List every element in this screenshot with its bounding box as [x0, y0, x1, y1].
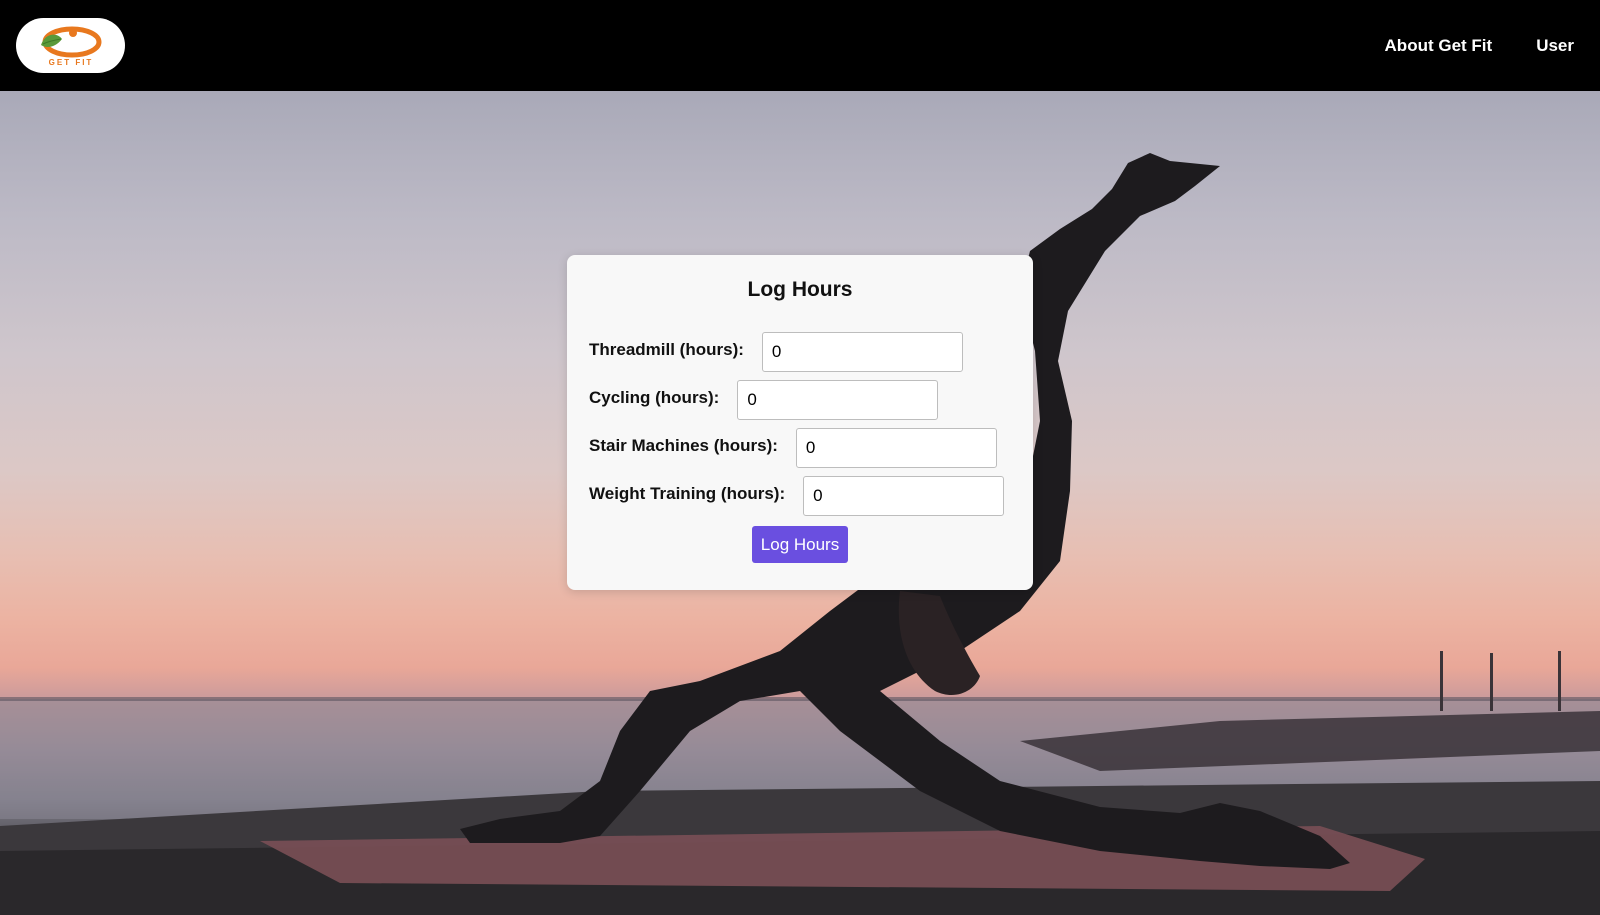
cycling-hours-input[interactable] [737, 380, 939, 420]
log-hours-form: Log Hours Threadmill (hours): Cycling (h… [567, 255, 1033, 590]
nav-about-get-fit[interactable]: About Get Fit [1385, 36, 1493, 56]
form-row-cycling: Cycling (hours): [589, 380, 1011, 428]
nav-user[interactable]: User [1536, 36, 1574, 56]
cycling-label: Cycling (hours): [589, 388, 720, 407]
nav-links: About Get Fit User [1385, 36, 1584, 56]
logo-icon: GET FIT [40, 26, 101, 67]
submit-wrapper: Log Hours [589, 526, 1011, 563]
navbar: GET FIT About Get Fit User [0, 0, 1600, 91]
weight-training-label: Weight Training (hours): [589, 484, 786, 503]
form-row-weight-training: Weight Training (hours): [589, 476, 1011, 524]
stair-machines-label: Stair Machines (hours): [589, 436, 778, 455]
stair-machines-hours-input[interactable] [795, 428, 997, 468]
log-hours-button[interactable]: Log Hours [751, 526, 849, 563]
logo-text: GET FIT [48, 58, 93, 67]
threadmill-label: Threadmill (hours): [589, 340, 744, 359]
form-row-stair-machines: Stair Machines (hours): [589, 428, 1011, 476]
weight-training-hours-input[interactable] [803, 476, 1005, 516]
get-fit-logo[interactable]: GET FIT [16, 18, 125, 73]
form-row-threadmill: Threadmill (hours): [589, 332, 1011, 380]
threadmill-hours-input[interactable] [761, 332, 963, 372]
form-title: Log Hours [747, 278, 853, 301]
